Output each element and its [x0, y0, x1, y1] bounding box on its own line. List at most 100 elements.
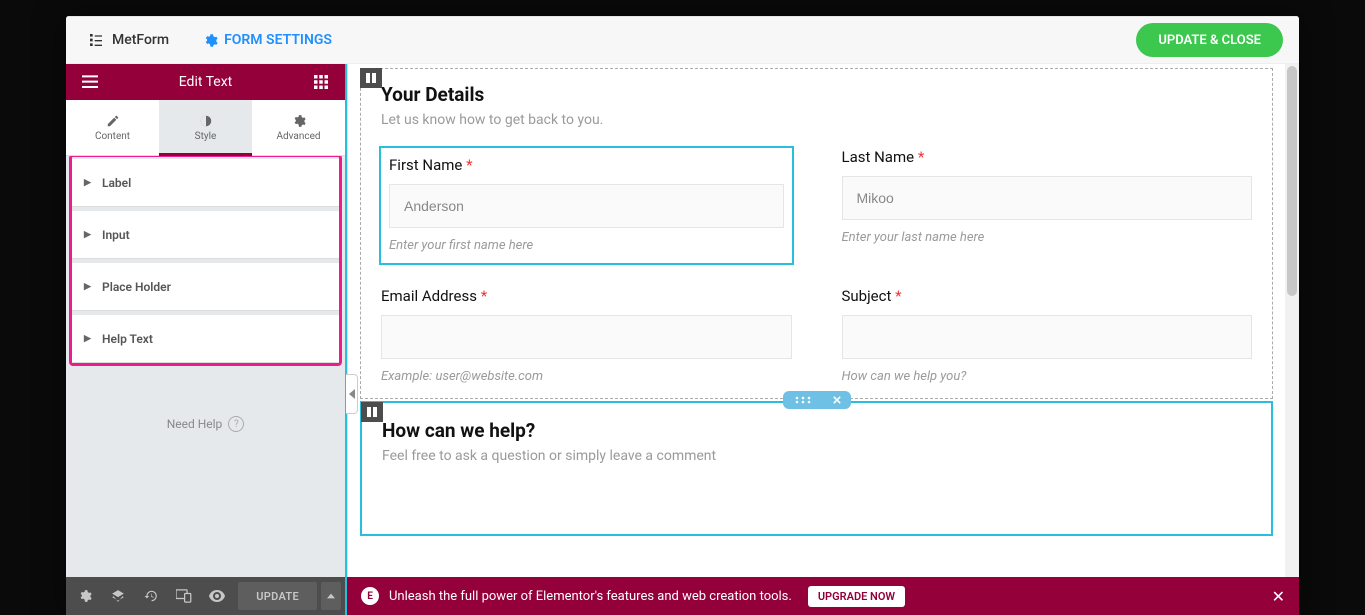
- field-help-text: Example: user@website.com: [381, 369, 792, 384]
- responsive-icon: [176, 589, 192, 603]
- scrollbar-thumb[interactable]: [1287, 66, 1297, 296]
- caret-right-icon: ▶: [84, 282, 92, 292]
- last-name-input[interactable]: [842, 176, 1253, 220]
- upgrade-now-button[interactable]: UPGRADE NOW: [808, 586, 905, 607]
- field-label: Last Name *: [842, 148, 1253, 166]
- metform-logo-icon: [88, 32, 104, 48]
- label-text: Last Name: [842, 148, 915, 166]
- accordion-item-label: Label: [102, 176, 131, 190]
- upgrade-promo-bar: E Unleash the full power of Elementor's …: [347, 577, 1299, 615]
- scrollbar-track[interactable]: [1285, 64, 1299, 577]
- style-accordion: ▶ Label ▶ Input ▶ Place Holder ▶ Help Te…: [66, 156, 345, 366]
- accordion-label[interactable]: ▶ Label: [72, 159, 339, 207]
- chevron-left-icon: [349, 389, 355, 399]
- field-help-text: How can we help you?: [842, 369, 1253, 384]
- promo-text: Unleash the full power of Elementor's fe…: [389, 589, 792, 604]
- widget-email[interactable]: Email Address * Example: user@website.co…: [381, 287, 792, 384]
- panel-collapse-handle[interactable]: [346, 374, 358, 414]
- update-button[interactable]: UPDATE: [238, 582, 317, 610]
- navigator-button[interactable]: [103, 581, 134, 611]
- first-name-input[interactable]: [389, 184, 784, 228]
- gear-icon: [78, 589, 92, 603]
- modal-body: Edit Text Content Style Advanced: [66, 64, 1299, 615]
- accordion-placeholder[interactable]: ▶ Place Holder: [72, 263, 339, 311]
- modal-top-bar: MetForm FORM SETTINGS UPDATE & CLOSE: [66, 16, 1299, 64]
- preview-canvas: Your Details Let us know how to get back…: [347, 64, 1299, 615]
- pencil-icon: [106, 114, 120, 128]
- field-label: Email Address *: [381, 287, 792, 305]
- eye-icon: [209, 589, 225, 603]
- required-asterisk: *: [466, 156, 472, 174]
- widget-last-name[interactable]: Last Name * Enter your last name here: [842, 148, 1253, 263]
- required-asterisk: *: [895, 287, 901, 305]
- layers-icon: [111, 589, 125, 603]
- required-asterisk: *: [918, 148, 924, 166]
- column-handle[interactable]: [361, 402, 383, 422]
- widget-first-name[interactable]: First Name * Enter your first name here: [381, 148, 792, 263]
- subject-input[interactable]: [842, 315, 1253, 359]
- history-button[interactable]: [136, 581, 167, 611]
- accordion-help-text[interactable]: ▶ Help Text: [72, 315, 339, 363]
- caret-up-icon: [327, 593, 335, 599]
- gear-icon: [203, 33, 218, 48]
- panel-bottom-toolbar: UPDATE: [66, 577, 345, 615]
- promo-close-button[interactable]: ✕: [1272, 587, 1285, 606]
- accordion-item-label: Place Holder: [102, 280, 171, 294]
- caret-right-icon: ▶: [84, 178, 92, 188]
- update-options-button[interactable]: [321, 582, 341, 610]
- widget-subject[interactable]: Subject * How can we help you?: [842, 287, 1253, 384]
- panel-widgets-button[interactable]: [305, 75, 337, 89]
- metform-modal: MetForm FORM SETTINGS UPDATE & CLOSE Edi…: [66, 16, 1299, 615]
- highlight-annotation: ▶ Label ▶ Input ▶ Place Holder ▶ Help Te…: [69, 156, 342, 366]
- help-icon: ?: [228, 416, 244, 432]
- section-your-details[interactable]: Your Details Let us know how to get back…: [360, 68, 1273, 399]
- dots-icon: [794, 396, 812, 404]
- grid-icon: [314, 75, 328, 89]
- style-icon: [199, 114, 213, 128]
- tab-content-label: Content: [95, 131, 130, 142]
- label-text: First Name: [389, 156, 462, 174]
- settings-button[interactable]: [70, 581, 101, 611]
- section-delete-button[interactable]: [823, 391, 851, 409]
- section-subtitle: Let us know how to get back to you.: [381, 112, 1252, 128]
- required-asterisk: *: [481, 287, 487, 305]
- tab-advanced[interactable]: Advanced: [252, 100, 345, 155]
- accordion-input[interactable]: ▶ Input: [72, 211, 339, 259]
- section-subtitle: Feel free to ask a question or simply le…: [382, 448, 1251, 464]
- need-help-label: Need Help: [167, 417, 223, 431]
- section-heading: Your Details: [381, 83, 1252, 106]
- panel-menu-button[interactable]: [74, 75, 106, 89]
- columns-icon: [365, 72, 377, 84]
- tab-content[interactable]: Content: [66, 100, 159, 155]
- field-help-text: Enter your first name here: [389, 238, 784, 253]
- hamburger-icon: [82, 75, 98, 89]
- form-settings-label: FORM SETTINGS: [224, 32, 332, 48]
- tab-advanced-label: Advanced: [276, 131, 320, 142]
- column-handle[interactable]: [360, 68, 382, 88]
- caret-right-icon: ▶: [84, 334, 92, 344]
- email-input[interactable]: [381, 315, 792, 359]
- form-settings-link[interactable]: FORM SETTINGS: [203, 32, 332, 48]
- label-text: Email Address: [381, 287, 477, 305]
- panel-header: Edit Text: [66, 64, 345, 100]
- caret-right-icon: ▶: [84, 230, 92, 240]
- columns-icon: [366, 406, 378, 418]
- need-help-link[interactable]: Need Help ?: [66, 366, 345, 432]
- update-close-button[interactable]: UPDATE & CLOSE: [1136, 23, 1283, 57]
- elementor-badge-icon: E: [361, 587, 379, 605]
- accordion-item-label: Help Text: [102, 332, 153, 346]
- drag-handle[interactable]: [783, 391, 823, 409]
- field-help-text: Enter your last name here: [842, 230, 1253, 245]
- tab-style-label: Style: [195, 131, 217, 142]
- editor-panel: Edit Text Content Style Advanced: [66, 64, 347, 615]
- section-add-handle[interactable]: [783, 391, 851, 409]
- close-icon: [833, 396, 841, 404]
- gear-icon: [292, 114, 306, 128]
- accordion-item-label: Input: [102, 228, 130, 242]
- responsive-button[interactable]: [169, 581, 200, 611]
- label-text: Subject: [842, 287, 892, 305]
- tab-style[interactable]: Style: [159, 100, 252, 155]
- preview-button[interactable]: [201, 581, 232, 611]
- section-how-help[interactable]: How can we help? Feel free to ask a ques…: [360, 401, 1273, 536]
- panel-title: Edit Text: [106, 74, 305, 90]
